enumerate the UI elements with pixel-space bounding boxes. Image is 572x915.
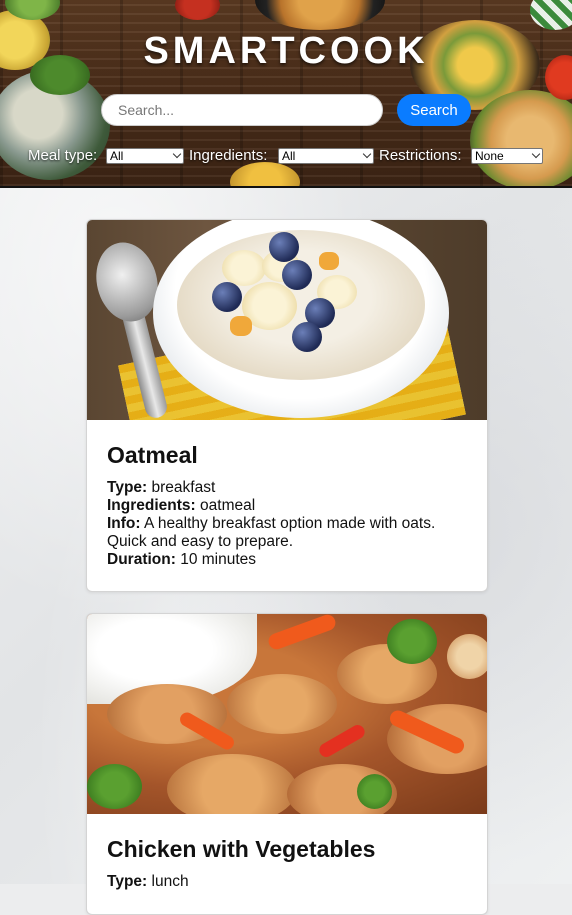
ingredients-label: Ingredients: [107, 497, 196, 514]
type-label: Type: [107, 479, 148, 496]
search-input[interactable] [101, 94, 383, 126]
duration-value: 10 minutes [180, 551, 257, 568]
recipe-card[interactable]: Oatmeal Type: breakfast Ingredients: oat… [86, 219, 488, 592]
restrictions-select[interactable]: None [471, 148, 543, 164]
recipe-image-chicken-with-vegetables [87, 614, 487, 814]
recipe-ingredients: Ingredients: oatmeal [107, 497, 467, 515]
recipe-title: Chicken with Vegetables [107, 836, 376, 862]
recipe-image-oatmeal [87, 220, 487, 420]
ingredients-label: Ingredients: [189, 147, 268, 164]
restrictions-label: Restrictions: [379, 147, 462, 164]
search-button[interactable]: Search [397, 94, 471, 126]
ingredients-select[interactable]: All [278, 148, 374, 164]
info-value: A healthy breakfast option made with oat… [107, 515, 436, 550]
recipe-type: Type: lunch [107, 873, 467, 891]
info-label: Info: [107, 515, 141, 532]
header-banner: SMARTCOOK Search Meal type: All Ingredie… [0, 0, 572, 188]
ingredients-value: All [282, 149, 296, 163]
recipe-info: Info: A healthy breakfast option made wi… [107, 515, 467, 551]
type-label: Type: [107, 873, 148, 890]
app-title: SMARTCOOK [143, 30, 429, 72]
meal-type-value: All [110, 149, 124, 163]
ingredients-value: oatmeal [200, 497, 256, 514]
chevron-down-icon [362, 149, 372, 159]
type-value: lunch [151, 873, 189, 890]
meal-type-label: Meal type: [28, 147, 98, 164]
meal-type-select[interactable]: All [106, 148, 184, 164]
recipe-duration: Duration: 10 minutes [107, 551, 467, 569]
recipe-body: Chicken with Vegetables Type: lunch [87, 814, 487, 911]
chevron-down-icon [531, 149, 541, 159]
recipe-body: Oatmeal Type: breakfast Ingredients: oat… [87, 420, 487, 589]
type-value: breakfast [151, 479, 216, 496]
recipe-title: Oatmeal [107, 442, 198, 468]
duration-label: Duration: [107, 551, 176, 568]
filter-bar: Meal type: All Ingredients: All Restrict… [28, 146, 548, 166]
chevron-down-icon [172, 149, 182, 159]
recipe-type: Type: breakfast [107, 479, 467, 497]
recipe-card[interactable]: Chicken with Vegetables Type: lunch [86, 613, 488, 915]
restrictions-value: None [475, 149, 504, 163]
